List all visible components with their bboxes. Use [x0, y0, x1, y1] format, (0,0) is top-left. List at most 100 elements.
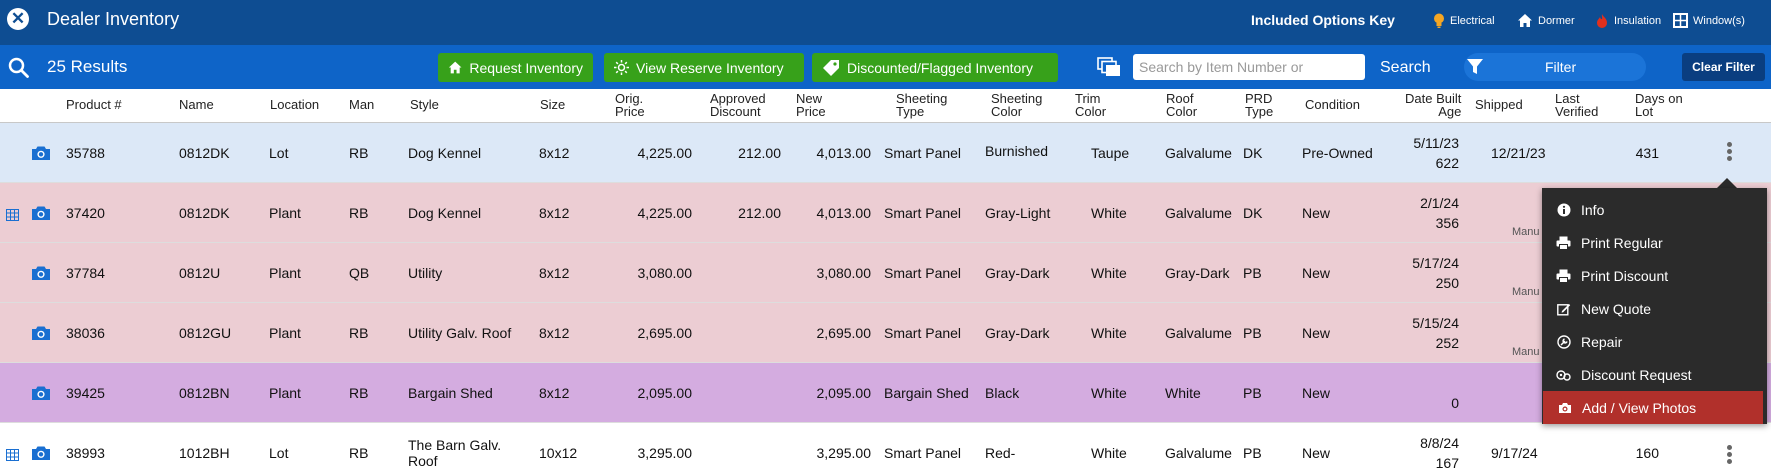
column-header-prd-type[interactable]: PRD Type — [1245, 92, 1273, 118]
cell-roof-color: White — [1165, 385, 1201, 401]
option-key-label: Electrical — [1450, 15, 1495, 27]
cell-roof-color: Galvalume — [1165, 205, 1232, 221]
info-icon — [1557, 203, 1570, 216]
camera-icon[interactable] — [31, 445, 51, 466]
cell-sheeting-type: Smart Panel — [884, 325, 962, 341]
flame-icon — [1597, 14, 1607, 28]
option-key-insulation: Insulation — [1595, 13, 1661, 28]
column-header-days-on-lot[interactable]: Days on Lot — [1635, 92, 1683, 118]
clear-filter-button[interactable]: Clear Filter — [1682, 53, 1765, 81]
cell-shipped: 12/21/23 — [1491, 145, 1546, 161]
cell-age: 622 — [1435, 155, 1459, 171]
column-header-last-verified[interactable]: Last Verified — [1555, 92, 1598, 118]
cell-name: 1012BH — [179, 445, 230, 461]
results-count: 25 Results — [47, 57, 128, 76]
search-icon[interactable] — [8, 57, 29, 78]
menu-item-label: Info — [1581, 201, 1605, 218]
column-header-name[interactable]: Name — [179, 98, 214, 111]
options-key-title: Included Options Key — [1251, 12, 1395, 28]
cell-sheeting-type: Smart Panel — [884, 265, 962, 281]
table-row[interactable]: 37420 0812DK Plant RB 8x12 4,225.00 212.00 4,01… — [0, 183, 1771, 243]
camera-icon[interactable] — [31, 325, 51, 346]
cell-condition: New — [1302, 385, 1331, 401]
table-row[interactable]: 38993 1012BH Lot RB 10x12 3,295.00 3,295.00 Sma… — [0, 423, 1771, 469]
cell-style: Dog Kennel — [408, 145, 482, 161]
cell-trim-color: White — [1091, 445, 1127, 461]
window-icon — [1673, 13, 1688, 28]
cell-sheeting-color: Gray-Dark — [985, 325, 1050, 341]
column-header-approved-discount[interactable]: Approved Discount — [710, 92, 766, 118]
cell-sheeting-type: Smart Panel — [884, 145, 962, 161]
cell-orig-price: 3,080.00 — [637, 265, 693, 281]
table-row[interactable]: 37784 0812U Plant QB 8x12 3,080.00 3,080.00 Sma… — [0, 243, 1771, 303]
column-header-sheeting-type[interactable]: Sheeting Type — [896, 92, 947, 118]
request-inventory-button[interactable]: Request Inventory — [438, 53, 593, 82]
cell-age: 252 — [1435, 335, 1459, 351]
option-key-label: Window(s) — [1693, 14, 1745, 27]
column-header-shipped[interactable]: Shipped — [1475, 98, 1523, 111]
menu-item-print-discount[interactable]: Print Discount — [1542, 259, 1767, 292]
table-header: Product # Name Location Man Style Size O… — [0, 89, 1771, 123]
grid-icon[interactable] — [6, 448, 19, 466]
column-header-condition[interactable]: Condition — [1305, 98, 1360, 111]
camera-icon[interactable] — [31, 145, 51, 166]
menu-item-label: Print Discount — [1581, 267, 1669, 284]
cell-new-price: 4,013.00 — [816, 205, 872, 221]
cell-trim-color: White — [1091, 385, 1127, 401]
menu-item-add-view-photos[interactable]: Add / View Photos — [1543, 391, 1763, 424]
cell-name: 0812U — [179, 265, 221, 281]
cell-location: Plant — [269, 325, 301, 341]
option-key-dormer: Dormer — [1517, 13, 1575, 28]
column-header-trim-color[interactable]: Trim Color — [1075, 92, 1106, 118]
column-header-sheeting-color[interactable]: Sheeting Color — [991, 92, 1042, 118]
menu-item-print-regular[interactable]: Print Regular — [1542, 226, 1767, 259]
camera-icon[interactable] — [31, 385, 51, 406]
table-row[interactable]: 39425 0812BN Plant RB 8x12 2,095.00 2,095.00 Ba… — [0, 363, 1771, 423]
cell-shipped: 9/17/24 — [1491, 445, 1538, 461]
cell-size: 10x12 — [539, 445, 578, 461]
menu-item-discount-request[interactable]: Discount Request — [1542, 358, 1767, 391]
view-reserve-inventory-button[interactable]: View Reserve Inventory — [604, 53, 804, 82]
column-header-size[interactable]: Size — [540, 98, 565, 111]
menu-item-new-quote[interactable]: New Quote — [1542, 292, 1767, 325]
cell-date-built: 2/1/24 — [1420, 195, 1459, 211]
camera-icon[interactable] — [31, 205, 51, 226]
cell-sheeting-type: Bargain Shed — [884, 385, 969, 401]
cell-man: RB — [349, 445, 369, 461]
cell-age: 356 — [1435, 215, 1459, 231]
menu-item-info[interactable]: Info — [1542, 193, 1767, 226]
table-row[interactable]: 35788 0812DK Lot RB 8x12 4,225.00 212.00 4,013.… — [0, 123, 1771, 183]
camera-icon[interactable] — [31, 265, 51, 286]
column-header-product[interactable]: Product # — [66, 98, 122, 111]
layers-icon[interactable] — [1097, 57, 1121, 77]
cell-sheeting-type: Smart Panel — [884, 205, 962, 221]
discounted-flagged-inventory-button[interactable]: Discounted/Flagged Inventory — [812, 53, 1058, 82]
cell-condition: New — [1302, 325, 1331, 341]
cell-age: 0 — [1451, 395, 1459, 411]
column-header-date-built-age[interactable]: Date Built Age — [1405, 92, 1461, 118]
cell-approved-discount: 212.00 — [738, 205, 781, 221]
column-header-location[interactable]: Location — [270, 98, 319, 111]
column-header-style[interactable]: Style — [410, 98, 439, 111]
search-button[interactable]: Search — [1380, 59, 1431, 77]
column-header-orig-price[interactable]: Orig. Price — [615, 92, 645, 118]
column-header-man[interactable]: Man — [349, 98, 374, 111]
row-actions-kebab-icon[interactable] — [1725, 445, 1733, 466]
search-input[interactable] — [1133, 54, 1365, 80]
row-actions-kebab-icon[interactable] — [1725, 142, 1733, 163]
grid-icon[interactable] — [6, 208, 19, 226]
cell-date-built: 8/8/24 — [1420, 435, 1459, 451]
cell-days-on-lot: 160 — [1635, 445, 1659, 461]
cell-location: Plant — [269, 385, 301, 401]
column-header-roof-color[interactable]: Roof Color — [1166, 92, 1197, 118]
column-header-new-price[interactable]: New Price — [796, 92, 826, 118]
table-row[interactable]: 38036 0812GU Plant RB 8x12 2,695.00 2,695.00 Sm… — [0, 303, 1771, 363]
house-icon — [1518, 14, 1532, 27]
option-key-label: Dormer — [1538, 14, 1575, 27]
cell-trim-color: White — [1091, 265, 1127, 281]
close-button[interactable]: ✕ — [7, 8, 29, 30]
menu-item-repair[interactable]: Repair — [1542, 325, 1767, 358]
menu-item-label: Print Regular — [1581, 234, 1663, 251]
cell-new-price: 2,695.00 — [816, 325, 872, 341]
cell-new-price: 2,095.00 — [816, 385, 872, 401]
